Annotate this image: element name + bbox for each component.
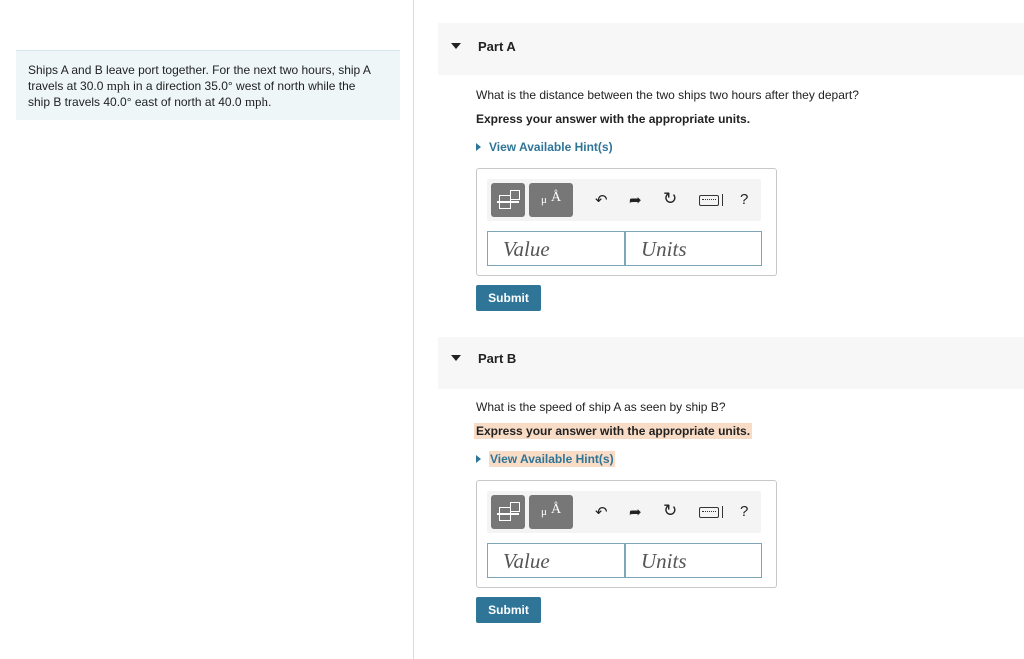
keyboard-divider xyxy=(722,194,723,206)
units-placeholder: Units xyxy=(641,237,687,261)
part-b-instruction: Express your answer with the appropriate… xyxy=(474,423,753,439)
part-b-toolbar: μÅ ↶ ➦ ↻ ? xyxy=(487,491,761,533)
expand-triangle-icon xyxy=(476,454,481,463)
part-a-value-input[interactable]: Value xyxy=(487,231,625,266)
part-b-question: What is the speed of ship A as seen by s… xyxy=(476,400,726,414)
expand-triangle-icon xyxy=(476,142,481,151)
part-a-submit-button[interactable]: Submit xyxy=(476,285,541,311)
part-a-hint-label: View Available Hint(s) xyxy=(489,140,613,154)
units-icon[interactable]: μÅ xyxy=(529,183,573,217)
undo-icon[interactable]: ↶ xyxy=(595,193,608,209)
part-b-hint-label: View Available Hint(s) xyxy=(489,451,615,467)
part-b-submit-button[interactable]: Submit xyxy=(476,597,541,623)
part-b-value-input[interactable]: Value xyxy=(487,543,625,578)
part-b-answer-box: μÅ ↶ ➦ ↻ ? Value Units xyxy=(476,480,777,588)
part-b-collapse-icon[interactable] xyxy=(451,355,461,361)
part-a-answer-box: μÅ ↶ ➦ ↻ ? Value Units xyxy=(476,168,777,276)
problem-statement: Ships A and B leave port together. For t… xyxy=(16,50,400,120)
unit-mph-1: mph xyxy=(106,78,130,93)
problem-text-1: Ships A and B leave port together. For t… xyxy=(28,63,371,77)
help-icon[interactable]: ? xyxy=(740,191,748,208)
keyboard-divider xyxy=(722,506,723,518)
redo-icon[interactable]: ➦ xyxy=(629,505,642,521)
part-a-collapse-icon[interactable] xyxy=(451,43,461,49)
keyboard-icon[interactable] xyxy=(699,195,719,206)
problem-text-3: in a direction 35.0° west of north while… xyxy=(129,79,356,93)
problem-text-5: . xyxy=(268,95,272,109)
reset-icon[interactable]: ↻ xyxy=(663,190,677,207)
part-a-hint-link[interactable]: View Available Hint(s) xyxy=(476,140,613,154)
part-b-hint-link[interactable]: View Available Hint(s) xyxy=(476,451,615,467)
problem-text-2: travels at 30.0 xyxy=(28,79,107,93)
part-b-title[interactable]: Part B xyxy=(478,351,516,366)
units-icon[interactable]: μÅ xyxy=(529,495,573,529)
units-placeholder: Units xyxy=(641,549,687,573)
part-a-units-input[interactable]: Units xyxy=(625,231,762,266)
part-a-toolbar: μÅ ↶ ➦ ↻ ? xyxy=(487,179,761,221)
part-b-units-input[interactable]: Units xyxy=(625,543,762,578)
part-a-instruction: Express your answer with the appropriate… xyxy=(476,112,751,126)
redo-icon[interactable]: ➦ xyxy=(629,193,642,209)
templates-icon[interactable] xyxy=(491,183,525,217)
value-placeholder: Value xyxy=(503,237,550,261)
keyboard-icon[interactable] xyxy=(699,507,719,518)
value-placeholder: Value xyxy=(503,549,550,573)
unit-mph-2: mph xyxy=(244,94,269,109)
undo-icon[interactable]: ↶ xyxy=(595,505,608,521)
problem-column: Ships A and B leave port together. For t… xyxy=(0,0,414,659)
part-a-question: What is the distance between the two shi… xyxy=(476,88,859,102)
problem-text-4: ship B travels 40.0° east of north at 40… xyxy=(28,95,245,109)
help-icon[interactable]: ? xyxy=(740,503,748,520)
part-a-header[interactable] xyxy=(438,23,1024,75)
templates-icon[interactable] xyxy=(491,495,525,529)
reset-icon[interactable]: ↻ xyxy=(663,502,677,519)
part-b-header[interactable] xyxy=(438,337,1024,389)
part-a-title[interactable]: Part A xyxy=(478,39,516,54)
